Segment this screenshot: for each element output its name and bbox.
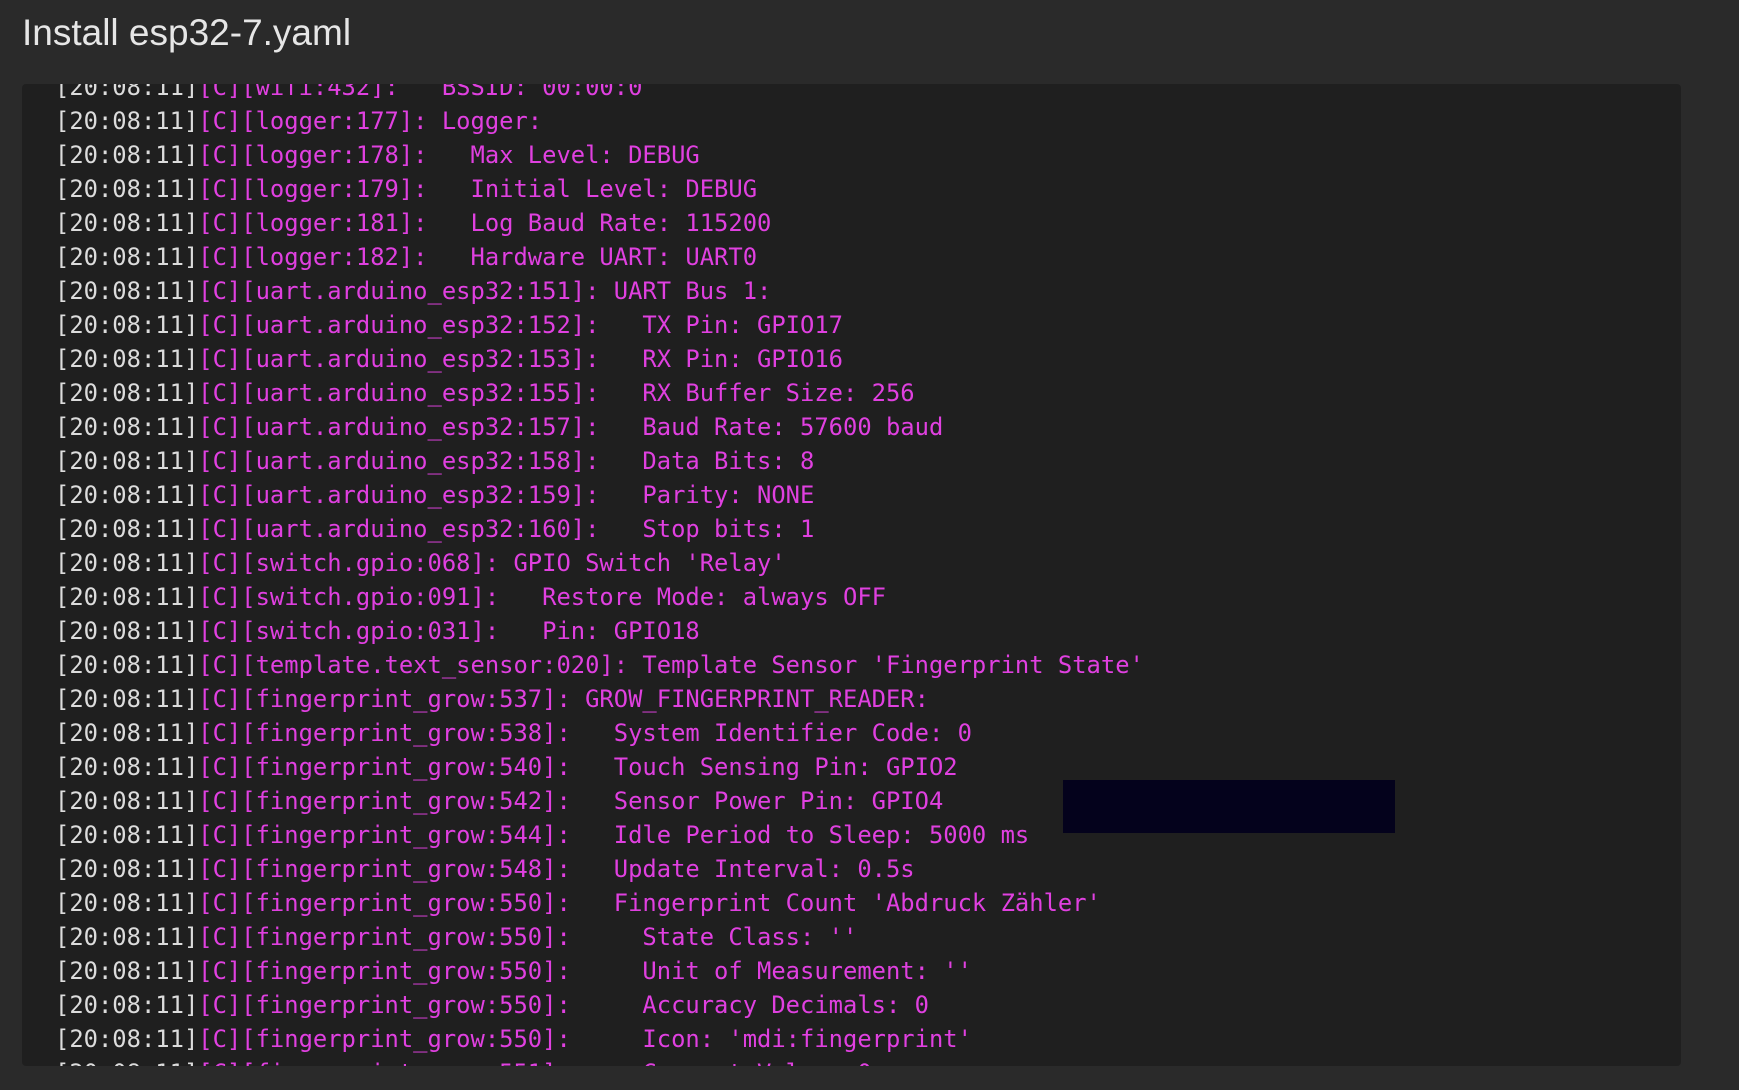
- log-message: [C][uart.arduino_esp32:159]: Parity: NON…: [198, 481, 815, 509]
- log-line: [20:08:11][C][fingerprint_grow:550]: Sta…: [55, 920, 1681, 954]
- log-message: [C][switch.gpio:091]: Restore Mode: alwa…: [198, 583, 886, 611]
- log-message: [C][fingerprint_grow:550]: State Class: …: [198, 923, 858, 951]
- log-timestamp: [20:08:11]: [55, 345, 199, 373]
- log-line: [20:08:11][C][fingerprint_grow:544]: Idl…: [55, 818, 1681, 852]
- log-output-panel[interactable]: [20:08:11][C][wifi:432]: BSSID: 00:00:0[…: [22, 84, 1681, 1066]
- log-timestamp: [20:08:11]: [55, 787, 199, 815]
- log-line: [20:08:11][C][switch.gpio:091]: Restore …: [55, 580, 1681, 614]
- log-timestamp: [20:08:11]: [55, 379, 199, 407]
- log-message: [C][uart.arduino_esp32:153]: RX Pin: GPI…: [198, 345, 843, 373]
- log-timestamp: [20:08:11]: [55, 107, 199, 135]
- log-timestamp: [20:08:11]: [55, 413, 199, 441]
- log-message: [C][switch.gpio:068]: GPIO Switch 'Relay…: [198, 549, 786, 577]
- log-message: [C][logger:182]: Hardware UART: UART0: [198, 243, 758, 271]
- log-message: [C][fingerprint_grow:550]: Unit of Measu…: [198, 957, 972, 985]
- log-message: [C][logger:181]: Log Baud Rate: 115200: [198, 209, 772, 237]
- log-line: [20:08:11][C][logger:182]: Hardware UART…: [55, 240, 1681, 274]
- log-message: [C][logger:179]: Initial Level: DEBUG: [198, 175, 758, 203]
- log-line: [20:08:11][C][uart.arduino_esp32:158]: D…: [55, 444, 1681, 478]
- log-message: [C][uart.arduino_esp32:160]: Stop bits: …: [198, 515, 815, 543]
- log-message: [C][fingerprint_grow:540]: Touch Sensing…: [198, 753, 958, 781]
- log-timestamp: [20:08:11]: [55, 175, 199, 203]
- log-message: [C][fingerprint_grow:538]: System Identi…: [198, 719, 972, 747]
- log-line: [20:08:11][C][fingerprint_grow:537]: GRO…: [55, 682, 1681, 716]
- log-line: [20:08:11][C][fingerprint_grow:548]: Upd…: [55, 852, 1681, 886]
- log-line: [20:08:11][C][uart.arduino_esp32:159]: P…: [55, 478, 1681, 512]
- log-line: [20:08:11][C][logger:181]: Log Baud Rate…: [55, 206, 1681, 240]
- log-line: [20:08:11][C][fingerprint_grow:538]: Sys…: [55, 716, 1681, 750]
- log-timestamp: [20:08:11]: [55, 923, 199, 951]
- log-line: [20:08:11][C][uart.arduino_esp32:155]: R…: [55, 376, 1681, 410]
- log-message: [C][uart.arduino_esp32:151]: UART Bus 1:: [198, 277, 772, 305]
- log-timestamp: [20:08:11]: [55, 719, 199, 747]
- log-message: [C][wifi:432]: BSSID: 00:00:0: [198, 84, 643, 101]
- log-timestamp: [20:08:11]: [55, 685, 199, 713]
- log-line: [20:08:11][C][switch.gpio:068]: GPIO Swi…: [55, 546, 1681, 580]
- log-timestamp: [20:08:11]: [55, 447, 199, 475]
- log-message: [C][template.text_sensor:020]: Template …: [198, 651, 1144, 679]
- dialog-title: Install esp32-7.yaml: [22, 12, 352, 53]
- log-line: [20:08:11][C][fingerprint_grow:550]: Uni…: [55, 954, 1681, 988]
- log-line: [20:08:11][C][logger:178]: Max Level: DE…: [55, 138, 1681, 172]
- install-dialog: Install esp32-7.yaml [20:08:11][C][wifi:…: [0, 0, 1739, 1090]
- log-message: [C][fingerprint_grow:537]: GROW_FINGERPR…: [198, 685, 929, 713]
- log-timestamp: [20:08:11]: [55, 515, 199, 543]
- log-timestamp: [20:08:11]: [55, 243, 199, 271]
- log-line: [20:08:11][C][uart.arduino_esp32:152]: T…: [55, 308, 1681, 342]
- log-message: [C][switch.gpio:031]: Pin: GPIO18: [198, 617, 700, 645]
- log-line: [20:08:11][C][fingerprint_grow:550]: Ico…: [55, 1022, 1681, 1056]
- log-timestamp: [20:08:11]: [55, 991, 199, 1019]
- log-line: [20:08:11][C][fingerprint_grow:550]: Acc…: [55, 988, 1681, 1022]
- log-line: [20:08:11][C][switch.gpio:031]: Pin: GPI…: [55, 614, 1681, 648]
- log-line: [20:08:11][C][logger:177]: Logger:: [55, 104, 1681, 138]
- log-timestamp: [20:08:11]: [55, 1025, 199, 1053]
- log-timestamp: [20:08:11]: [55, 821, 199, 849]
- log-line: [20:08:11][C][fingerprint_grow:550]: Fin…: [55, 886, 1681, 920]
- log-timestamp: [20:08:11]: [55, 277, 199, 305]
- log-timestamp: [20:08:11]: [55, 311, 199, 339]
- log-line: [20:08:11][C][fingerprint_grow:540]: Tou…: [55, 750, 1681, 784]
- log-line: [20:08:11][C][wifi:432]: BSSID: 00:00:0: [55, 84, 1681, 104]
- log-timestamp: [20:08:11]: [55, 583, 199, 611]
- log-line: [20:08:11][C][uart.arduino_esp32:157]: B…: [55, 410, 1681, 444]
- log-line: [20:08:11][C][fingerprint_grow:542]: Sen…: [55, 784, 1681, 818]
- log-timestamp: [20:08:11]: [55, 1059, 198, 1066]
- log-timestamp: [20:08:11]: [55, 957, 199, 985]
- log-timestamp: [20:08:11]: [55, 889, 199, 917]
- log-timestamp: [20:08:11]: [55, 651, 199, 679]
- log-message: [C][uart.arduino_esp32:158]: Data Bits: …: [198, 447, 815, 475]
- log-line: [20:08:11][C][uart.arduino_esp32:153]: R…: [55, 342, 1681, 376]
- log-message: [C][fingerprint_grow:542]: Sensor Power …: [198, 787, 944, 815]
- log-line: [20:08:11][C][template.text_sensor:020]:…: [55, 648, 1681, 682]
- redaction-box: [1063, 780, 1395, 833]
- log-lines: [20:08:11][C][wifi:432]: BSSID: 00:00:0[…: [55, 84, 1681, 1066]
- log-timestamp: [20:08:11]: [55, 549, 199, 577]
- log-message: [C][uart.arduino_esp32:152]: TX Pin: GPI…: [198, 311, 843, 339]
- log-message: [C][uart.arduino_esp32:155]: RX Buffer S…: [198, 379, 915, 407]
- log-line: [20:08:11][C][fingerprint_grow:551]: Cur…: [55, 1056, 1681, 1066]
- log-timestamp: [20:08:11]: [55, 617, 199, 645]
- log-timestamp: [20:08:11]: [55, 141, 199, 169]
- log-line: [20:08:11][C][uart.arduino_esp32:160]: S…: [55, 512, 1681, 546]
- log-timestamp: [20:08:11]: [55, 855, 199, 883]
- log-timestamp: [20:08:11]: [55, 209, 199, 237]
- log-message: [C][logger:178]: Max Level: DEBUG: [198, 141, 700, 169]
- log-message: [C][fingerprint_grow:550]: Accuracy Deci…: [198, 991, 929, 1019]
- log-message: [C][fingerprint_grow:544]: Idle Period t…: [198, 821, 1030, 849]
- log-line: [20:08:11][C][logger:179]: Initial Level…: [55, 172, 1681, 206]
- log-message: [C][logger:177]: Logger:: [198, 107, 543, 135]
- log-message: [C][fingerprint_grow:550]: Fingerprint C…: [198, 889, 1101, 917]
- log-message: [C][fingerprint_grow:550]: Icon: 'mdi:fi…: [198, 1025, 972, 1053]
- log-timestamp: [20:08:11]: [55, 753, 199, 781]
- log-timestamp: [20:08:11]: [55, 481, 199, 509]
- log-message: [C][uart.arduino_esp32:157]: Baud Rate: …: [198, 413, 944, 441]
- log-message: [C][fingerprint_grow:551]: Current Value…: [198, 1059, 871, 1066]
- log-line: [20:08:11][C][uart.arduino_esp32:151]: U…: [55, 274, 1681, 308]
- log-timestamp: [20:08:11]: [55, 84, 199, 101]
- log-message: [C][fingerprint_grow:548]: Update Interv…: [198, 855, 915, 883]
